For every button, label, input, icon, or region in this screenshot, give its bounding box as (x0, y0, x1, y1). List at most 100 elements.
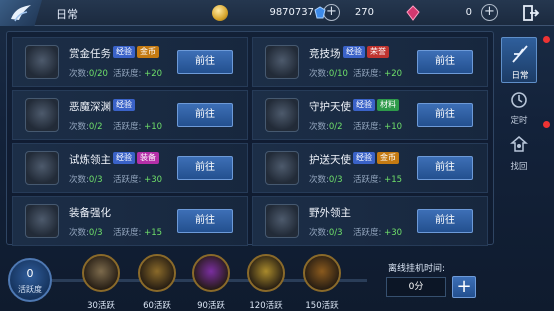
activity-label: 活跃度: (353, 175, 382, 185)
activity-reward[interactable]: 120活跃 (244, 254, 288, 311)
task-tags: 经验 金币 (353, 152, 401, 164)
task-name: 恶魔深渊 (69, 101, 111, 113)
count-value: 0/3 (328, 228, 343, 238)
tab-daily[interactable]: 日常 (501, 37, 537, 83)
task-count: 次数:0/10 (309, 67, 348, 79)
task-count: 次数:0/2 (309, 120, 343, 132)
task-activity: 活跃度: +30 (353, 226, 402, 238)
task-activity: 活跃度: +20 (113, 67, 162, 79)
activity-reward[interactable]: 30活跃 (79, 254, 123, 311)
offline-time-value: 0分 (386, 277, 446, 297)
go-button[interactable]: 前往 (417, 50, 473, 74)
add-offline-time-button[interactable]: + (452, 276, 476, 298)
tab-daily-label: 日常 (511, 71, 529, 81)
task-reward-tag: 经验 (353, 99, 375, 111)
bounty-chest-icon (25, 45, 59, 79)
activity-points: +15 (144, 228, 163, 238)
arena-helmet-icon (265, 45, 299, 79)
task-tags: 经验 金币 (113, 46, 161, 58)
gold-coin-icon (212, 5, 228, 21)
task-name: 守护天使 (309, 101, 351, 113)
task-activity: 活跃度: +30 (113, 173, 162, 185)
activity-points: +30 (144, 175, 163, 185)
task-count: 次数:0/3 (309, 173, 343, 185)
task-card: 恶魔深渊 经验 次数:0/2 活跃度: +10 前往 (12, 90, 248, 140)
go-button[interactable]: 前往 (417, 103, 473, 127)
count-label: 次数: (309, 175, 329, 185)
task-name: 野外领主 (309, 207, 351, 219)
task-card: 竞技场 经验 荣誉 次数:0/10 活跃度: +20 前往 (252, 37, 488, 87)
task-name: 竞技场 (309, 48, 341, 60)
task-count: 次数:0/3 (69, 226, 103, 238)
task-reward-tag: 装备 (137, 152, 159, 164)
task-count: 次数:0/2 (69, 120, 103, 132)
recover-icon (510, 136, 528, 152)
task-tags: 经验 (113, 99, 137, 111)
go-button[interactable]: 前往 (177, 103, 233, 127)
game-logo-icon (11, 5, 31, 22)
field-lord-beast-icon (265, 204, 299, 238)
escort-angel-icon (265, 151, 299, 185)
task-reward-tag: 经验 (113, 152, 135, 164)
go-button[interactable]: 前往 (417, 156, 473, 180)
timer-icon (511, 92, 527, 108)
activity-reward[interactable]: 150活跃 (300, 254, 344, 311)
task-panel: 赏金任务 经验 金币 次数:0/20 活跃度: +20 前往 竞技场 经验 荣誉 次… (6, 31, 494, 246)
task-activity: 活跃度: +20 (353, 67, 402, 79)
task-tags: 经验 荣誉 (343, 46, 391, 58)
activity-points: +20 (384, 69, 403, 79)
activity-label: 活跃度: (113, 69, 142, 79)
task-activity: 活跃度: +10 (353, 120, 402, 132)
armor-reward-icon (82, 254, 120, 292)
go-button[interactable]: 前往 (177, 50, 233, 74)
task-count: 次数:0/20 (69, 67, 108, 79)
daily-quill-icon (512, 45, 528, 63)
activity-reward[interactable]: 90活跃 (189, 254, 233, 311)
reward-threshold-label: 90活跃 (197, 301, 225, 311)
task-reward-tag: 金币 (377, 152, 399, 164)
add-ruby-button[interactable]: + (481, 4, 498, 21)
count-value: 0/20 (88, 69, 108, 79)
task-reward-tag: 材料 (377, 99, 399, 111)
count-label: 次数: (69, 69, 89, 79)
task-card: 装备强化 次数:0/3 活跃度: +15 前往 (12, 196, 248, 246)
trial-lord-shield-icon (25, 151, 59, 185)
exit-button[interactable] (522, 4, 540, 22)
task-name: 赏金任务 (69, 48, 111, 60)
treasure-chest-reward-icon (303, 254, 341, 292)
go-button[interactable]: 前往 (177, 209, 233, 233)
daily-alert-dot (543, 36, 550, 43)
task-activity: 活跃度: +15 (353, 173, 402, 185)
tab-timed[interactable]: 定时 (501, 83, 537, 129)
reward-threshold-label: 60活跃 (143, 301, 171, 311)
reward-threshold-label: 150活跃 (305, 301, 339, 311)
page-title: 日常 (56, 8, 78, 21)
angel-sword-icon (265, 98, 299, 132)
count-label: 次数: (309, 69, 329, 79)
activity-reward[interactable]: 60活跃 (135, 254, 179, 311)
task-count: 次数:0/3 (309, 226, 343, 238)
reward-threshold-label: 120活跃 (249, 301, 283, 311)
count-label: 次数: (69, 228, 89, 238)
count-value: 0/3 (328, 175, 343, 185)
count-label: 次数: (69, 175, 89, 185)
top-bar: 日常 9870737 + 270 0 + (0, 0, 554, 26)
count-label: 次数: (309, 122, 329, 132)
tab-recover[interactable]: 找回 (501, 129, 537, 175)
count-label: 次数: (69, 122, 89, 132)
task-reward-tag: 经验 (113, 46, 135, 58)
task-reward-tag: 金币 (137, 46, 159, 58)
task-activity: 活跃度: +10 (113, 120, 162, 132)
forge-hammer-icon (25, 204, 59, 238)
task-name: 试炼领主 (69, 154, 111, 166)
gem-resource: 270 (312, 4, 374, 22)
back-button[interactable] (0, 0, 42, 26)
go-button[interactable]: 前往 (417, 209, 473, 233)
task-card: 试炼领主 经验 装备 次数:0/3 活跃度: +30 前往 (12, 143, 248, 193)
go-button[interactable]: 前往 (177, 156, 233, 180)
task-name: 装备强化 (69, 207, 111, 219)
activity-label: 活跃度: (353, 122, 382, 132)
activity-points: +10 (144, 122, 163, 132)
ruby-amount: 0 (465, 7, 472, 18)
activity-label: 活跃度: (113, 228, 142, 238)
